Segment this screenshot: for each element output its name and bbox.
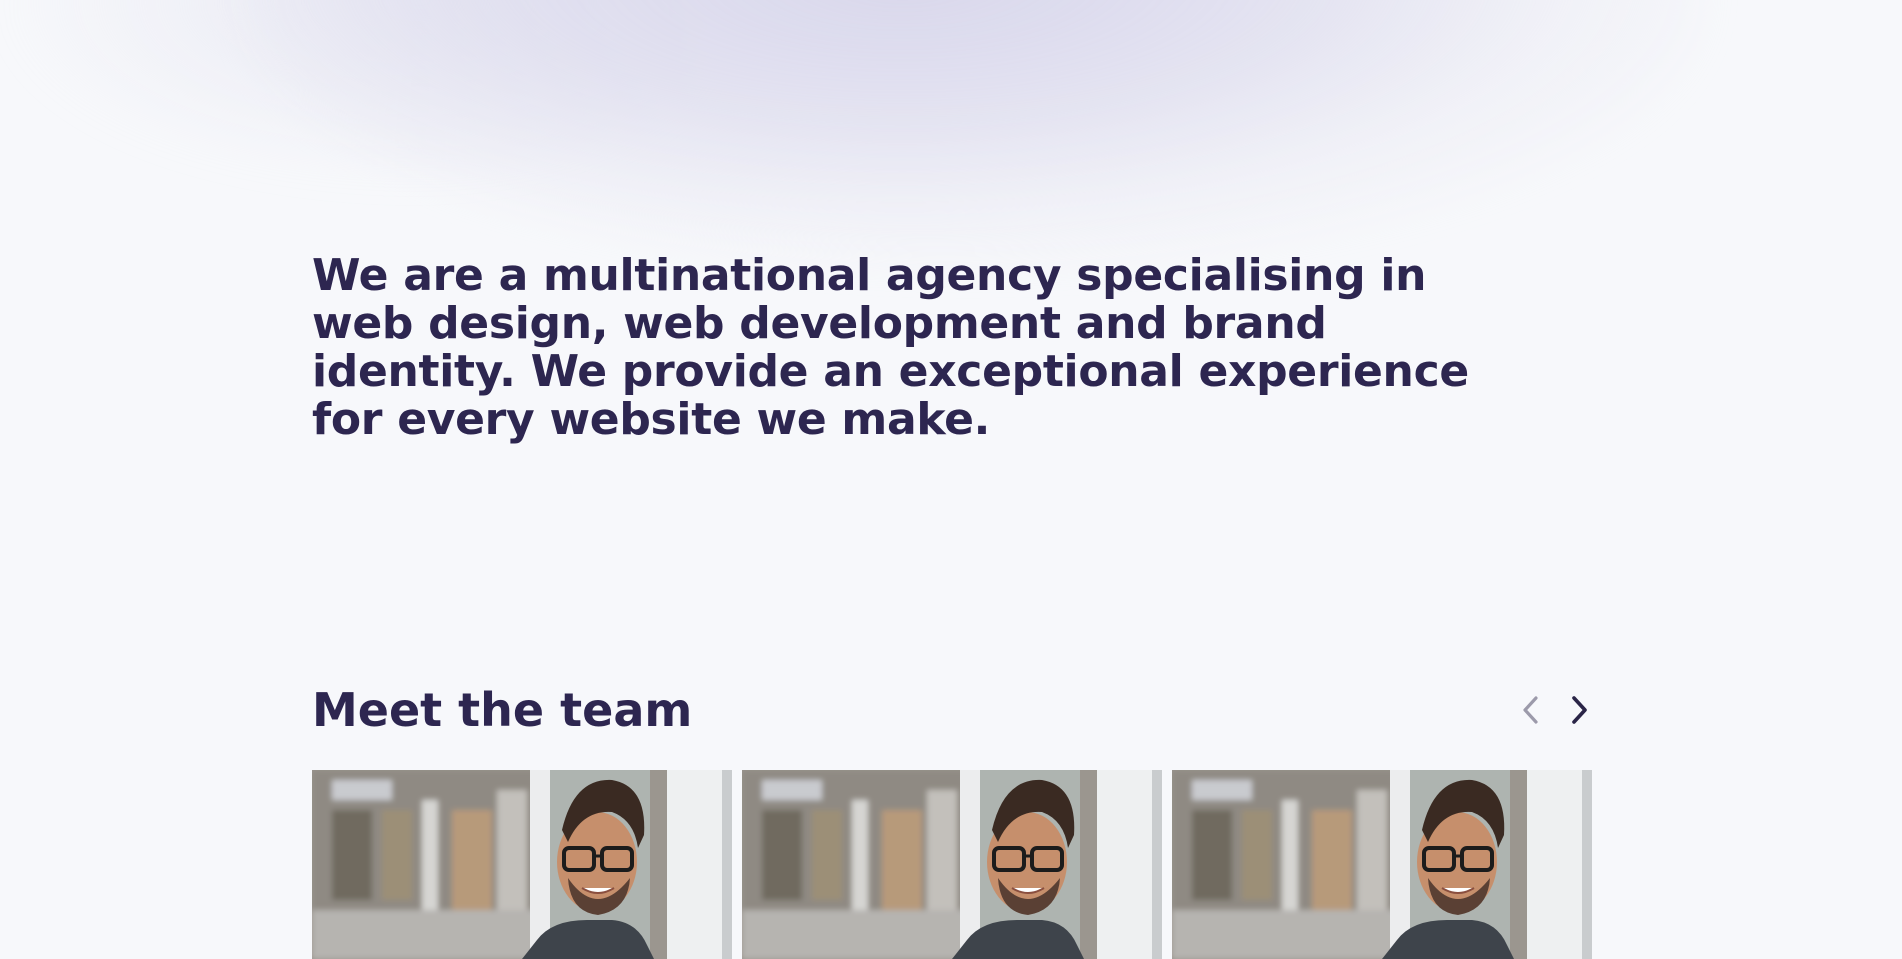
- carousel-next-button[interactable]: [1566, 692, 1592, 728]
- team-member-photo: [742, 770, 1162, 959]
- chevron-right-icon: [1569, 694, 1589, 726]
- team-member-photo: [312, 770, 732, 959]
- team-member-card[interactable]: [312, 770, 732, 959]
- team-title: Meet the team: [312, 683, 693, 737]
- background-glow: [250, 0, 1700, 260]
- page: We are a multinational agency specialisi…: [0, 0, 1902, 959]
- team-carousel: [312, 770, 1592, 959]
- carousel-prev-button[interactable]: [1518, 692, 1544, 728]
- team-header: Meet the team: [312, 680, 1592, 740]
- intro-text: We are a multinational agency specialisi…: [312, 250, 1469, 445]
- team-member-photo: [1172, 770, 1592, 959]
- chevron-left-icon: [1521, 694, 1541, 726]
- team-member-card[interactable]: [742, 770, 1162, 959]
- team-member-card[interactable]: [1172, 770, 1592, 959]
- carousel-nav: [1518, 692, 1592, 728]
